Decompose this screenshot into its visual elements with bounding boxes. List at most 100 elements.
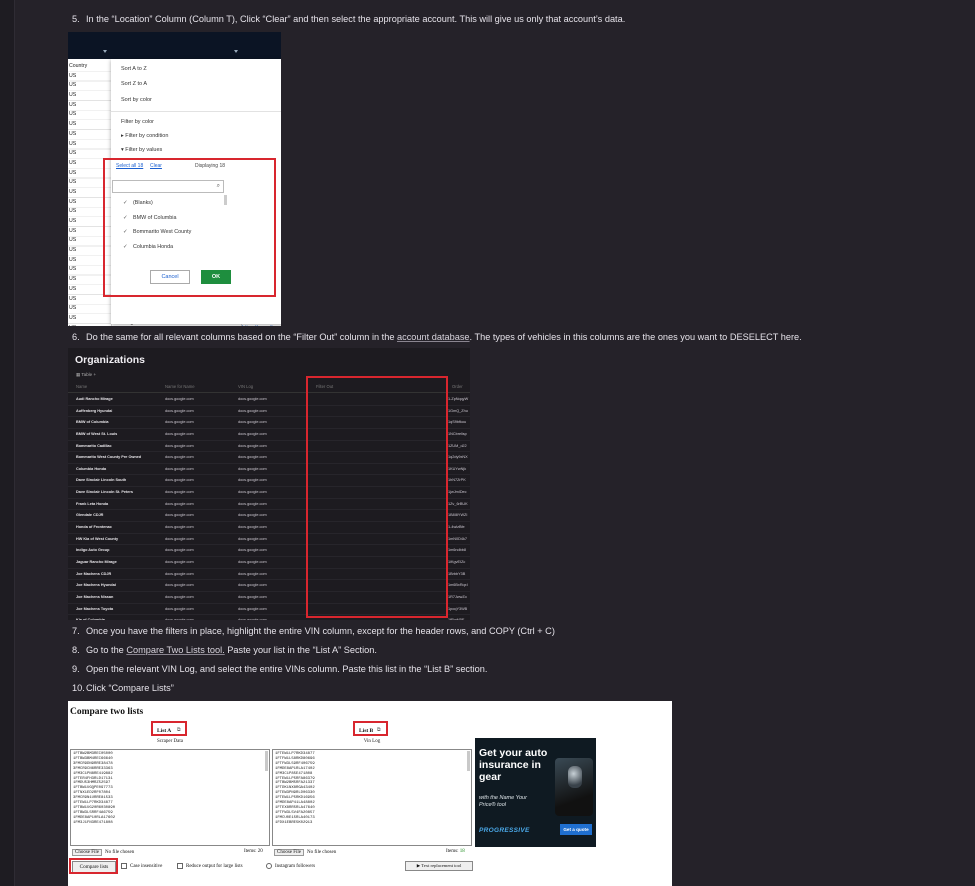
vin-log-link-cell[interactable]: docs.google.com (238, 490, 304, 494)
checkbox[interactable] (177, 863, 183, 869)
compare-two-lists-link[interactable]: Compare Two Lists tool. (126, 645, 224, 655)
org-name-cell: BMW of Columbia (76, 420, 109, 425)
checkmark-icon: ✓ (123, 214, 128, 221)
list-a-textarea[interactable]: 1FTBW2BM3REC05000 1FTBW3BM4REC66640 3FMC… (70, 749, 270, 846)
step-text: Open the relevant VIN Log, and select th… (86, 664, 488, 674)
vin-log-link-cell[interactable]: docs.google.com (238, 525, 304, 529)
pn-link-cell[interactable]: docs.google.com (165, 409, 231, 413)
org-name-cell: Joe Machens Hyundai (76, 583, 116, 588)
pn-link-cell[interactable]: docs.google.com (165, 560, 231, 564)
pn-link-cell[interactable]: docs.google.com (165, 490, 231, 494)
filter-value-item[interactable]: ✓ BMW of Columbia (123, 215, 176, 221)
pn-link-cell[interactable]: docs.google.com (165, 607, 231, 611)
pn-link-cell[interactable]: docs.google.com (165, 502, 231, 506)
vin-log-link-cell[interactable]: docs.google.com (238, 409, 304, 413)
pn-link-cell[interactable]: docs.google.com (165, 478, 231, 482)
org-name-cell: Bommarito West County Pre Owned (76, 455, 142, 460)
org-name-cell: Glendale CDJR (76, 513, 104, 518)
sort-by-color-option[interactable]: Sort by color (121, 97, 152, 103)
get-quote-button[interactable]: Get a quote (560, 824, 592, 835)
pn-link-cell[interactable]: docs.google.com (165, 455, 231, 459)
instagram-followers-option[interactable]: Instagram followers (266, 863, 315, 869)
list-b-textarea[interactable]: 1FTEW1LP7RKD34877 1FTFW1L58RKD80696 1FTF… (272, 749, 472, 846)
pn-link-cell[interactable]: docs.google.com (165, 537, 231, 541)
compare-title: Compare two lists (70, 707, 144, 717)
cancel-button[interactable]: Cancel (150, 270, 190, 284)
checkbox[interactable] (266, 863, 272, 869)
list-b-file-picker[interactable]: Choose File No file chosen (274, 849, 336, 856)
checkbox[interactable] (121, 863, 127, 869)
pn-link-cell[interactable]: docs.google.com (165, 618, 231, 620)
org-name-cell: BMW of West St. Louis (76, 431, 118, 436)
vin-log-link-cell[interactable]: docs.google.com (238, 444, 304, 448)
filter-list-scrollbar[interactable] (224, 195, 227, 205)
col-header-name: Name (76, 384, 88, 389)
order-cell: 1-4wlzBfe (448, 525, 465, 530)
vin-log-link-cell[interactable]: docs.google.com (238, 420, 304, 424)
filter-value-item[interactable]: ✓ (Blanks) (123, 200, 153, 206)
pn-link-cell[interactable]: docs.google.com (165, 525, 231, 529)
advertisement[interactable]: Get your auto insurance in gear with the… (475, 738, 596, 847)
vin-log-link-cell[interactable]: docs.google.com (238, 502, 304, 506)
clear-link[interactable]: Clear (150, 163, 162, 169)
step-text-pre: Go to the (86, 645, 127, 655)
filter-value-label: (Blanks) (133, 200, 153, 206)
pn-link-cell[interactable]: docs.google.com (165, 444, 231, 448)
country-header: Country (69, 63, 88, 69)
vin-log-link-cell[interactable]: docs.google.com (238, 455, 304, 459)
org-name-cell: Dave Sinclair Lincoln South (76, 478, 127, 483)
pn-link-cell[interactable]: docs.google.com (165, 595, 231, 599)
vin-log-link-cell[interactable]: docs.google.com (238, 397, 304, 401)
pn-link-cell[interactable]: docs.google.com (165, 467, 231, 471)
select-all-link[interactable]: Select all 18 (116, 163, 143, 169)
step-text-post: Paste your list in the “List A” Section. (224, 645, 377, 655)
list-b-scrollbar[interactable] (467, 751, 470, 771)
choose-file-button[interactable]: Choose File (72, 849, 103, 856)
vin-log-link-cell[interactable]: docs.google.com (238, 537, 304, 541)
pn-link-cell[interactable]: docs.google.com (165, 583, 231, 587)
pn-link-cell[interactable]: docs.google.com (165, 397, 231, 401)
filter-value-item[interactable]: ✓ Bommarito West County (123, 229, 191, 235)
list-a-scrollbar[interactable] (265, 751, 268, 771)
vin-log-link-cell[interactable]: docs.google.com (238, 467, 304, 471)
pn-link-cell[interactable]: docs.google.com (165, 420, 231, 424)
filter-by-condition-option[interactable]: ▸ Filter by condition (121, 133, 168, 139)
filter-by-values-option[interactable]: ▾ Filter by values (121, 147, 162, 153)
vin-log-link-cell[interactable]: docs.google.com (238, 513, 304, 517)
vin-log-link-cell[interactable]: docs.google.com (238, 595, 304, 599)
sort-z-a-option[interactable]: Sort Z to A (121, 81, 147, 87)
list-a-items: Items: 20 (244, 849, 263, 854)
case-insensitive-option[interactable]: Case insensitive (121, 863, 162, 869)
vin-log-link-cell[interactable]: docs.google.com (238, 548, 304, 552)
vin-log-link-cell[interactable]: docs.google.com (238, 560, 304, 564)
org-name-cell: Dave Sinclair Lincoln St. Peters (76, 490, 133, 495)
no-file-text: No file chosen (307, 850, 337, 855)
table-view-tab[interactable]: ▦ Table + (76, 372, 96, 378)
pn-link-cell[interactable]: docs.google.com (165, 548, 231, 552)
order-cell: 1Zv_6rBUK (448, 501, 468, 506)
choose-file-button[interactable]: Choose File (274, 849, 305, 856)
vin-log-link-cell[interactable]: docs.google.com (238, 618, 304, 620)
reduce-output-option[interactable]: Reduce output for large lists (177, 863, 243, 869)
vin-log-link-cell[interactable]: docs.google.com (238, 607, 304, 611)
sort-a-z-option[interactable]: Sort A to Z (121, 66, 147, 72)
filter-caret-icon (234, 50, 238, 53)
step-8: 8. Go to the Compare Two Lists tool. Past… (72, 645, 377, 655)
vin-log-link-cell[interactable]: docs.google.com (238, 478, 304, 482)
account-database-link[interactable]: account database (397, 332, 470, 342)
pn-link-cell[interactable]: docs.google.com (165, 572, 231, 576)
step-text-post: . The types of vehicles in this columns … (469, 332, 802, 342)
vin-log-link-cell[interactable]: docs.google.com (238, 572, 304, 576)
list-a-file-picker[interactable]: Choose File No file chosen (72, 849, 134, 856)
ok-button[interactable]: OK (201, 270, 231, 284)
vin-log-link-cell[interactable]: docs.google.com (238, 432, 304, 436)
checkmark-icon: ✓ (123, 229, 128, 235)
filter-value-item[interactable]: ✓ Columbia Honda (123, 244, 173, 250)
filter-search-input[interactable]: ⌕ (112, 180, 224, 193)
text-replacement-tool-button[interactable]: ▶ Text replacement tool (405, 861, 473, 871)
pn-link-cell[interactable]: docs.google.com (165, 513, 231, 517)
vin-log-link-cell[interactable]: docs.google.com (238, 583, 304, 587)
order-cell: 1R7JwwZo (448, 594, 467, 599)
pn-link-cell[interactable]: docs.google.com (165, 432, 231, 436)
filter-by-color-option[interactable]: Filter by color (121, 119, 154, 125)
